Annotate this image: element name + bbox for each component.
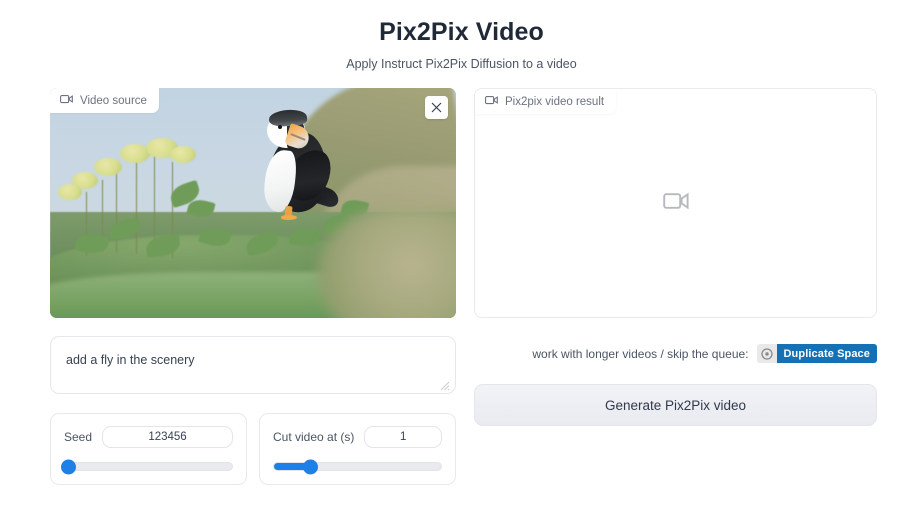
cut-video-slider-thumb[interactable] [303, 459, 319, 474]
cut-video-label: Cut video at (s) [273, 430, 355, 444]
video-camera-icon [662, 191, 689, 216]
slider-row: Seed 123456 Cut video at (s) 1 [50, 413, 456, 485]
video-camera-icon [485, 95, 498, 108]
video-source-label-text: Video source [80, 94, 147, 107]
flower-cluster [170, 146, 196, 163]
header: Pix2Pix Video Apply Instruct Pix2Pix Dif… [0, 0, 923, 71]
cut-video-header: Cut video at (s) 1 [273, 426, 442, 448]
result-label: Pix2pix video result [475, 89, 617, 114]
result-label-text: Pix2pix video result [505, 95, 605, 108]
cut-video-slider-track[interactable] [273, 459, 442, 474]
seed-number-input[interactable]: 123456 [102, 426, 233, 448]
prompt-card[interactable] [50, 336, 456, 394]
page-subtitle: Apply Instruct Pix2Pix Diffusion to a vi… [346, 57, 577, 71]
cut-video-number-input[interactable]: 1 [364, 426, 442, 448]
duplicate-space-button[interactable]: Duplicate Space [776, 344, 877, 363]
prompt-input[interactable] [60, 346, 446, 379]
seed-slider-thumb[interactable] [60, 459, 76, 474]
seed-control: Seed 123456 [50, 413, 247, 485]
pix2pix-result-panel[interactable]: Pix2pix video result [474, 88, 877, 318]
video-source-label: Video source [50, 88, 159, 113]
cut-video-value: 1 [399, 431, 407, 443]
video-camera-icon [60, 94, 73, 107]
right-column: Pix2pix video result work with longer vi… [474, 88, 877, 485]
duplicate-space-icon[interactable] [756, 344, 777, 363]
left-column: Video source add a fly in the scenery Se… [50, 88, 456, 485]
seed-header: Seed 123456 [64, 426, 233, 448]
seed-slider-track[interactable] [60, 459, 233, 474]
duplicate-space-hint: work with longer videos / skip the queue… [532, 346, 749, 361]
puffin-foot [281, 215, 297, 221]
puffin-subject [253, 106, 342, 224]
cut-video-control: Cut video at (s) 1 [259, 413, 456, 485]
resize-grip-icon[interactable] [439, 378, 450, 391]
generate-pix2pix-video-button[interactable]: Generate Pix2Pix video [474, 384, 877, 426]
main-columns: Video source add a fly in the scenery Se… [0, 71, 923, 485]
seed-value: 123456 [148, 431, 187, 443]
video-source-frame [50, 88, 456, 318]
close-icon[interactable] [425, 96, 448, 119]
page-title: Pix2Pix Video [379, 18, 544, 46]
app-root: Pix2Pix Video Apply Instruct Pix2Pix Dif… [0, 0, 923, 519]
flower-cluster [94, 158, 122, 176]
seed-label: Seed [64, 430, 93, 444]
flower-cluster [58, 184, 82, 200]
video-source-player[interactable]: Video source [50, 88, 456, 318]
plant-stem [136, 158, 138, 254]
duplicate-space-row: work with longer videos / skip the queue… [474, 344, 877, 363]
